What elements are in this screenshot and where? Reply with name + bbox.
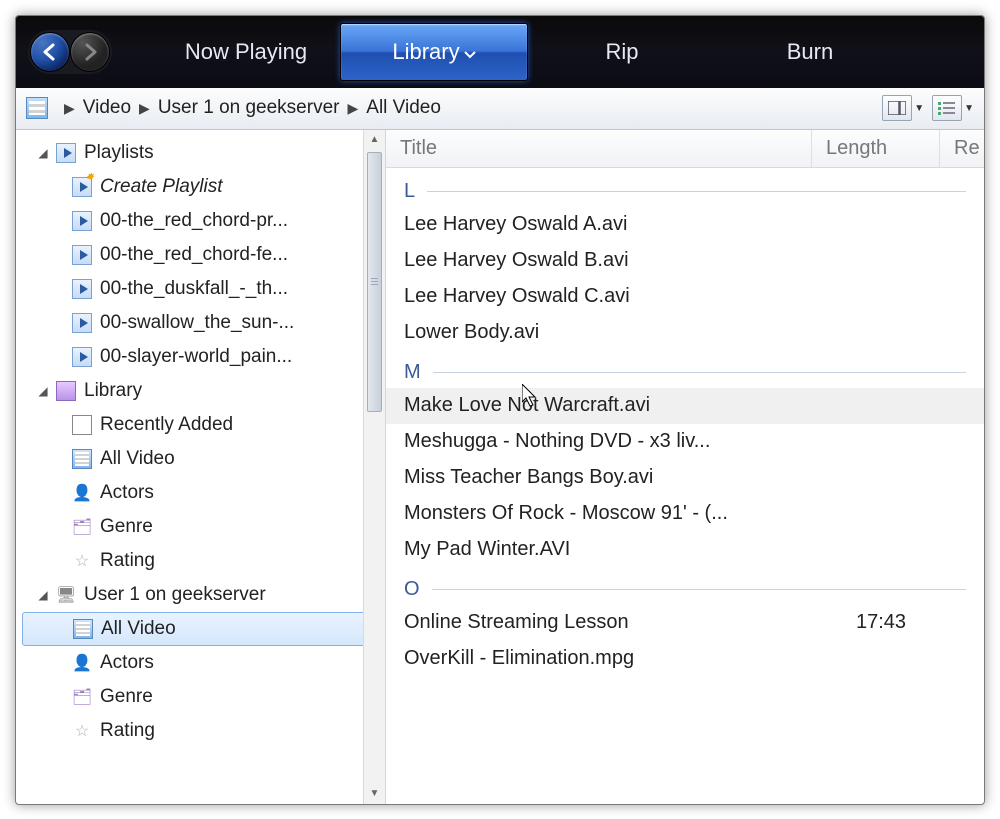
back-button[interactable]	[30, 32, 70, 72]
forward-button[interactable]	[70, 32, 110, 72]
tab-now-playing[interactable]: Now Playing	[152, 23, 340, 81]
library-icon	[56, 381, 76, 401]
app-window: Now Playing Library Rip Burn ▶ Video ▶ U…	[15, 15, 985, 805]
crumb-all-video[interactable]: All Video	[366, 97, 441, 119]
layout-view-dropdown[interactable]: ▼	[914, 103, 924, 114]
tree-remote-genre[interactable]: 🗂Genre	[22, 680, 381, 714]
list-item[interactable]: Miss Teacher Bangs Boy.avi	[386, 460, 984, 496]
tree-create-playlist[interactable]: Create Playlist	[22, 170, 381, 204]
calendar-icon	[72, 415, 92, 435]
sidebar-scrollbar[interactable]: ▲ ▼	[363, 130, 385, 804]
list-item[interactable]: My Pad Winter.AVI	[386, 532, 984, 568]
tree-remote-user[interactable]: ◢ 🖥 User 1 on geekserver	[22, 578, 381, 612]
list-item[interactable]: Lee Harvey Oswald B.avi	[386, 243, 984, 279]
list-item[interactable]: Lee Harvey Oswald A.avi	[386, 207, 984, 243]
column-headers: Title Length Re	[386, 130, 984, 168]
tree-playlist-item[interactable]: 00-the_red_chord-pr...	[22, 204, 381, 238]
content-area: ◢ Playlists Create Playlist 00-the_red_c…	[16, 130, 984, 804]
tree-library[interactable]: ◢ Library	[22, 374, 381, 408]
tab-library[interactable]: Library	[340, 23, 528, 81]
tree-playlist-item[interactable]: 00-slayer-world_pain...	[22, 340, 381, 374]
playlist-icon	[72, 245, 92, 265]
scroll-up-icon[interactable]: ▲	[364, 130, 385, 150]
collapse-icon[interactable]: ◢	[36, 384, 50, 398]
tab-rip[interactable]: Rip	[528, 23, 716, 81]
layout-view-button[interactable]	[882, 95, 912, 121]
tree-remote-all-video[interactable]: All Video	[22, 612, 381, 646]
scroll-down-icon[interactable]: ▼	[364, 784, 385, 804]
nav-buttons	[28, 30, 112, 74]
list-item[interactable]: Make Love Not Warcraft.avi	[386, 388, 984, 424]
crumb-separator-icon: ▶	[139, 100, 150, 117]
column-title[interactable]: Title	[386, 130, 812, 167]
main-panel: Title Length Re LLee Harvey Oswald A.avi…	[386, 130, 984, 804]
list-item[interactable]: Lee Harvey Oswald C.avi	[386, 279, 984, 315]
list-item[interactable]: Meshugga - Nothing DVD - x3 liv...	[386, 424, 984, 460]
scrollbar-thumb[interactable]	[367, 152, 382, 412]
group-header: O	[386, 568, 984, 605]
playlist-icon	[72, 313, 92, 333]
tree-rating[interactable]: ☆Rating	[22, 544, 381, 578]
crumb-video[interactable]: Video	[83, 97, 131, 119]
tab-burn[interactable]: Burn	[716, 23, 904, 81]
star-icon: ☆	[72, 721, 92, 741]
list-item[interactable]: Lower Body.avi	[386, 315, 984, 351]
list-item[interactable]: Online Streaming Lesson17:43	[386, 605, 984, 641]
tree-playlist-item[interactable]: 00-the_red_chord-fe...	[22, 238, 381, 272]
sidebar: ◢ Playlists Create Playlist 00-the_red_c…	[16, 130, 386, 804]
tree-all-video[interactable]: All Video	[22, 442, 381, 476]
top-bar: Now Playing Library Rip Burn	[16, 16, 984, 88]
list-item[interactable]: Monsters Of Rock - Moscow 91' - (...	[386, 496, 984, 532]
video-icon	[73, 619, 93, 639]
group-header: M	[386, 351, 984, 388]
genre-icon: 🗂	[72, 687, 92, 707]
tree-genre[interactable]: 🗂Genre	[22, 510, 381, 544]
new-playlist-icon	[72, 177, 92, 197]
star-icon: ☆	[72, 551, 92, 571]
crumb-separator-icon: ▶	[347, 100, 358, 117]
tree-playlist-item[interactable]: 00-swallow_the_sun-...	[22, 306, 381, 340]
column-rest[interactable]: Re	[940, 130, 984, 167]
crumb-user[interactable]: User 1 on geekserver	[158, 97, 340, 119]
genre-icon: 🗂	[72, 517, 92, 537]
playlist-icon	[72, 347, 92, 367]
breadcrumb-toolbar: ▶ Video ▶ User 1 on geekserver ▶ All Vid…	[16, 88, 984, 130]
crumb-separator-icon: ▶	[64, 100, 75, 117]
list-view-dropdown[interactable]: ▼	[964, 103, 974, 114]
chevron-down-icon	[464, 39, 476, 65]
video-list: LLee Harvey Oswald A.aviLee Harvey Oswal…	[386, 168, 984, 804]
column-length[interactable]: Length	[812, 130, 940, 167]
tree-recently-added[interactable]: Recently Added	[22, 408, 381, 442]
tree-playlists[interactable]: ◢ Playlists	[22, 136, 381, 170]
tree-remote-rating[interactable]: ☆Rating	[22, 714, 381, 748]
tree-remote-actors[interactable]: 👤Actors	[22, 646, 381, 680]
computer-icon: 🖥	[56, 585, 76, 605]
video-library-icon	[26, 97, 48, 119]
person-icon: 👤	[72, 483, 92, 503]
person-icon: 👤	[72, 653, 92, 673]
tree-actors[interactable]: 👤Actors	[22, 476, 381, 510]
list-view-button[interactable]	[932, 95, 962, 121]
playlist-icon	[56, 143, 76, 163]
main-tabs: Now Playing Library Rip Burn	[152, 23, 972, 81]
group-header: L	[386, 170, 984, 207]
list-item[interactable]: OverKill - Elimination.mpg	[386, 641, 984, 677]
playlist-icon	[72, 211, 92, 231]
collapse-icon[interactable]: ◢	[36, 588, 50, 602]
collapse-icon[interactable]: ◢	[36, 146, 50, 160]
playlist-icon	[72, 279, 92, 299]
nav-tree: ◢ Playlists Create Playlist 00-the_red_c…	[16, 130, 385, 754]
video-icon	[72, 449, 92, 469]
tree-playlist-item[interactable]: 00-the_duskfall_-_th...	[22, 272, 381, 306]
